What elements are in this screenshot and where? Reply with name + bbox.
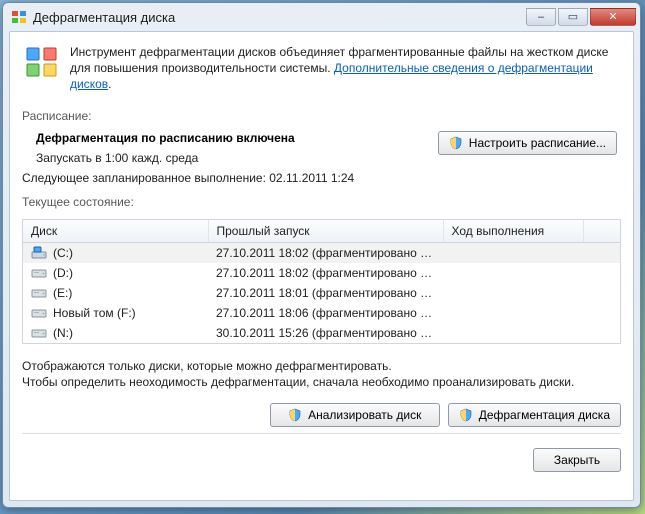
schedule-status: Дефрагментация по расписанию включена [36, 131, 428, 145]
cell-last-run: 27.10.2011 18:01 (фрагментировано 0%) [208, 283, 443, 303]
table-row[interactable]: (C:) 27.10.2011 18:02 (фрагментировано 0%… [23, 242, 620, 263]
cell-progress [443, 303, 583, 323]
table-row[interactable]: (D:) 27.10.2011 18:02 (фрагментировано 0%… [23, 263, 620, 283]
cell-spacer [583, 323, 620, 343]
intro-text-after: . [108, 77, 111, 91]
cell-spacer [583, 303, 620, 323]
close-row: Закрыть [22, 442, 621, 472]
defrag-button[interactable]: Дефрагментация диска [448, 403, 621, 427]
disk-table: Диск Прошлый запуск Ход выполнения (C:) 2… [23, 220, 620, 343]
defrag-icon [24, 44, 60, 80]
analyze-label: Анализировать диск [308, 408, 421, 422]
drive-name: (N:) [53, 326, 73, 340]
cell-disk: (C:) [23, 242, 208, 263]
table-row[interactable]: Новый том (F:) 27.10.2011 18:06 (фрагмент… [23, 303, 620, 323]
cell-last-run: 30.10.2011 15:26 (фрагментировано 0%) [208, 323, 443, 343]
drive-name: (C:) [53, 246, 73, 260]
drive-name: (D:) [53, 266, 73, 280]
analyze-button[interactable]: Анализировать диск [270, 403, 440, 427]
cell-last-run: 27.10.2011 18:06 (фрагментировано 0%) [208, 303, 443, 323]
shield-icon [288, 408, 302, 422]
action-buttons: Анализировать диск Дефрагментация диска [22, 399, 621, 434]
drive-icon [31, 326, 47, 340]
configure-schedule-label: Настроить расписание... [469, 136, 606, 150]
window-title: Дефрагментация диска [33, 10, 520, 25]
col-disk[interactable]: Диск [23, 220, 208, 243]
defrag-label: Дефрагментация диска [479, 408, 610, 422]
title-bar[interactable]: Дефрагментация диска – ▭ ✕ [3, 3, 640, 31]
footer-line1: Отображаются только диски, которые можно… [22, 358, 621, 375]
footer-note: Отображаются только диски, которые можно… [22, 358, 621, 392]
cell-disk: Новый том (F:) [23, 303, 208, 323]
cell-spacer [583, 242, 620, 263]
cell-spacer [583, 263, 620, 283]
app-icon [11, 9, 27, 25]
cell-last-run: 27.10.2011 18:02 (фрагментировано 0%) [208, 242, 443, 263]
table-header-row: Диск Прошлый запуск Ход выполнения [23, 220, 620, 243]
shield-icon [459, 408, 473, 422]
close-button[interactable]: ✕ [590, 8, 636, 26]
cell-progress [443, 323, 583, 343]
cell-last-run: 27.10.2011 18:02 (фрагментировано 0%) [208, 263, 443, 283]
col-progress[interactable]: Ход выполнения [443, 220, 583, 243]
cell-progress [443, 283, 583, 303]
drive-icon [31, 286, 47, 300]
drive-icon [31, 306, 47, 320]
shield-icon [449, 136, 463, 150]
cell-spacer [583, 283, 620, 303]
cell-progress [443, 263, 583, 283]
client-area: Инструмент дефрагментации дисков объедин… [9, 31, 634, 501]
drive-icon [31, 266, 47, 280]
intro-section: Инструмент дефрагментации дисков объедин… [22, 42, 621, 99]
close-icon: ✕ [608, 12, 617, 23]
col-last-run[interactable]: Прошлый запуск [208, 220, 443, 243]
cell-disk: (N:) [23, 323, 208, 343]
schedule-runs-at: Запускать в 1:00 кажд. среда [36, 151, 428, 165]
cell-disk: (E:) [23, 283, 208, 303]
drive-name: Новый том (F:) [53, 306, 136, 320]
disk-table-container: Диск Прошлый запуск Ход выполнения (C:) 2… [22, 219, 621, 344]
minimize-icon: – [538, 12, 544, 23]
close-window-button[interactable]: Закрыть [533, 448, 621, 472]
drive-name: (E:) [53, 286, 72, 300]
footer-line2: Чтобы определить неоходимость дефрагмент… [22, 374, 621, 391]
schedule-next-run: Следующее запланированное выполнение: 02… [22, 171, 428, 185]
schedule-label: Расписание: [22, 109, 621, 123]
drive-icon [31, 246, 47, 260]
table-row[interactable]: (N:) 30.10.2011 15:26 (фрагментировано 0%… [23, 323, 620, 343]
window-buttons: – ▭ ✕ [526, 8, 636, 26]
maximize-icon: ▭ [568, 12, 578, 23]
schedule-section: Дефрагментация по расписанию включена За… [22, 131, 621, 185]
cell-disk: (D:) [23, 263, 208, 283]
cell-progress [443, 242, 583, 263]
table-row[interactable]: (E:) 27.10.2011 18:01 (фрагментировано 0%… [23, 283, 620, 303]
intro-text: Инструмент дефрагментации дисков объедин… [70, 44, 619, 93]
col-spacer [583, 220, 620, 243]
minimize-button[interactable]: – [526, 8, 556, 26]
current-state-label: Текущее состояние: [22, 195, 621, 209]
maximize-button[interactable]: ▭ [558, 8, 588, 26]
defrag-window: Дефрагментация диска – ▭ ✕ Инструмент де… [2, 2, 641, 508]
configure-schedule-button[interactable]: Настроить расписание... [438, 131, 617, 155]
close-label: Закрыть [554, 453, 600, 467]
schedule-info: Дефрагментация по расписанию включена За… [36, 131, 428, 185]
